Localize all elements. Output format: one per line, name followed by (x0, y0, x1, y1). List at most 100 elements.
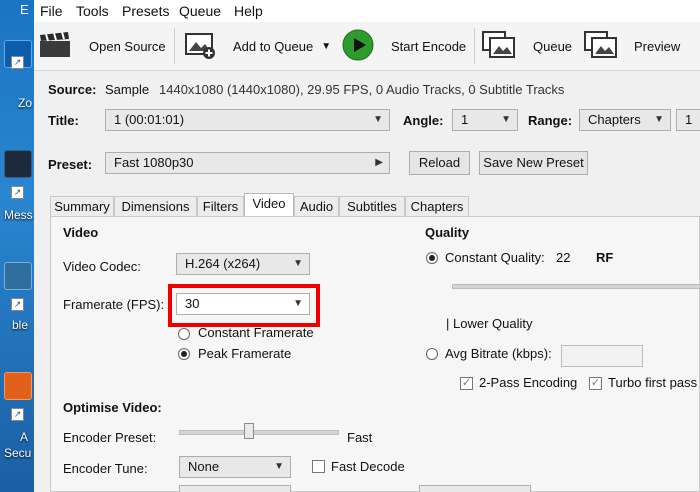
tab-dimensions[interactable]: Dimensions (114, 196, 197, 216)
encoder-tune-dropdown[interactable]: None ▼ (179, 456, 291, 478)
range-start-dropdown[interactable]: 1 (676, 109, 700, 131)
framerate-dropdown[interactable]: 30 ▼ (176, 293, 310, 315)
two-pass-checkbox[interactable]: ✓ (460, 377, 473, 390)
preview-label: Preview (634, 38, 681, 54)
preview-images-icon (584, 30, 620, 63)
tab-audio[interactable]: Audio (294, 196, 339, 216)
range-start-value: 1 (685, 112, 693, 127)
encoder-preset-value: Fast (347, 430, 373, 445)
chevron-down-icon: ▼ (501, 114, 511, 125)
title-value: 1 (00:01:01) (114, 112, 185, 127)
desktop-label-ble: ble (12, 318, 29, 332)
avg-bitrate-radio[interactable] (426, 348, 438, 360)
source-name: Sample (105, 82, 150, 97)
chevron-down-icon: ▼ (293, 298, 303, 309)
open-source-label: Open Source (89, 38, 166, 54)
toolbar-separator (474, 28, 475, 64)
avg-bitrate-label: Avg Bitrate (kbps): (445, 346, 552, 361)
tab-summary[interactable]: Summary (50, 196, 114, 216)
play-icon (342, 29, 374, 64)
tab-video[interactable]: Video (244, 193, 294, 216)
encoder-tune-value: None (188, 459, 220, 474)
avg-bitrate-input[interactable] (561, 345, 643, 367)
range-label: Range: (528, 113, 573, 128)
preset-selector[interactable]: Fast 1080p30 ▶ (105, 152, 390, 174)
framerate-label: Framerate (FPS): (63, 297, 165, 312)
two-pass-label: 2-Pass Encoding (479, 375, 578, 390)
desktop-strip: E ↗ Zo ↗ Mess ↗ ble ↗ A Secu (0, 0, 34, 492)
reload-button[interactable]: Reload (409, 151, 470, 175)
open-source-button[interactable]: Open Source (38, 31, 166, 61)
queue-button[interactable]: Queue (482, 30, 572, 61)
constant-quality-value: 22 (556, 250, 571, 265)
fast-decode-checkbox[interactable] (312, 460, 325, 473)
desktop-label-security: Secu (4, 446, 32, 460)
start-encode-label: Start Encode (391, 38, 467, 54)
clapperboard-icon (38, 31, 72, 62)
chevron-right-icon: ▶ (375, 157, 383, 168)
desktop-label-zoom: Zo (18, 96, 33, 110)
video-codec-value: H.264 (x264) (185, 256, 261, 271)
title-label: Title: (48, 113, 79, 128)
preview-button[interactable]: Preview (584, 30, 681, 63)
shortcut-arrow-icon: ↗ (11, 298, 24, 311)
menu-tools[interactable]: Tools (76, 3, 109, 19)
shortcut-arrow-icon: ↗ (11, 408, 24, 421)
constant-framerate-radio[interactable] (178, 328, 190, 340)
add-to-queue-button[interactable]: Add to Queue ▼ (184, 31, 331, 61)
desktop-label-a: A (20, 430, 29, 444)
toolbar: Open Source Add to Queue ▼ Start Encode … (34, 22, 700, 71)
source-details: 1440x1080 (1440x1080), 29.95 FPS, 0 Audi… (159, 82, 565, 97)
messenger-desktop-icon[interactable] (4, 150, 32, 178)
rf-unit-label: RF (596, 250, 614, 265)
turbo-first-pass-checkbox[interactable]: ✓ (589, 377, 602, 390)
menu-queue[interactable]: Queue (179, 3, 221, 19)
save-new-preset-button[interactable]: Save New Preset (479, 151, 588, 175)
constant-framerate-label: Constant Framerate (198, 325, 314, 340)
add-image-icon (184, 30, 218, 63)
menu-presets[interactable]: Presets (122, 3, 169, 19)
video-codec-dropdown[interactable]: H.264 (x264) ▼ (176, 253, 310, 275)
menu-bar: File Tools Presets Queue Help (34, 0, 700, 22)
encoder-preset-slider-thumb[interactable] (244, 423, 254, 439)
range-dropdown[interactable]: Chapters ▼ (579, 109, 671, 131)
handbrake-window: File Tools Presets Queue Help Open Sourc… (34, 0, 700, 492)
toolbar-separator (174, 28, 175, 64)
menu-help[interactable]: Help (234, 3, 263, 19)
desktop-label-messenger: Mess (4, 208, 33, 222)
angle-label: Angle: (403, 113, 444, 128)
range-value: Chapters (588, 112, 641, 127)
start-encode-button[interactable]: Start Encode (342, 29, 467, 64)
tab-subtitles[interactable]: Subtitles (339, 196, 405, 216)
constant-quality-label: Constant Quality: (445, 250, 545, 265)
ble-desktop-icon[interactable] (4, 262, 32, 290)
extra-options-field[interactable] (419, 485, 531, 492)
optimise-video-heading: Optimise Video: (63, 400, 162, 415)
lower-quality-label: | Lower Quality (446, 316, 533, 331)
tab-filters[interactable]: Filters (197, 196, 244, 216)
chevron-down-icon[interactable]: ▼ (321, 41, 331, 52)
quality-slider-track[interactable] (452, 284, 700, 289)
encoder-preset-label: Encoder Preset: (63, 430, 157, 445)
encoder-tune-label: Encoder Tune: (63, 461, 148, 476)
turbo-first-pass-label: Turbo first pass (608, 375, 698, 390)
video-codec-label: Video Codec: (63, 259, 141, 274)
video-tab-panel: Video Video Codec: H.264 (x264) ▼ Framer… (50, 216, 700, 492)
menu-file[interactable]: File (40, 3, 63, 19)
security-desktop-icon[interactable] (4, 372, 32, 400)
desktop-top-letter: E (20, 2, 29, 17)
fast-decode-label: Fast Decode (331, 459, 405, 474)
preset-value: Fast 1080p30 (114, 155, 194, 170)
constant-quality-radio[interactable] (426, 252, 438, 264)
source-label: Source: (48, 82, 97, 97)
tab-chapters[interactable]: Chapters (405, 196, 469, 216)
angle-value: 1 (461, 112, 469, 127)
encoder-preset-slider-track[interactable] (179, 430, 339, 435)
quality-section-heading: Quality (425, 225, 470, 240)
peak-framerate-radio[interactable] (178, 348, 190, 360)
title-dropdown[interactable]: 1 (00:01:01) ▼ (105, 109, 390, 131)
chevron-down-icon: ▼ (274, 461, 284, 472)
angle-dropdown[interactable]: 1 ▼ (452, 109, 518, 131)
encoder-profile-dropdown[interactable] (179, 485, 291, 492)
shortcut-arrow-icon: ↗ (11, 56, 24, 69)
